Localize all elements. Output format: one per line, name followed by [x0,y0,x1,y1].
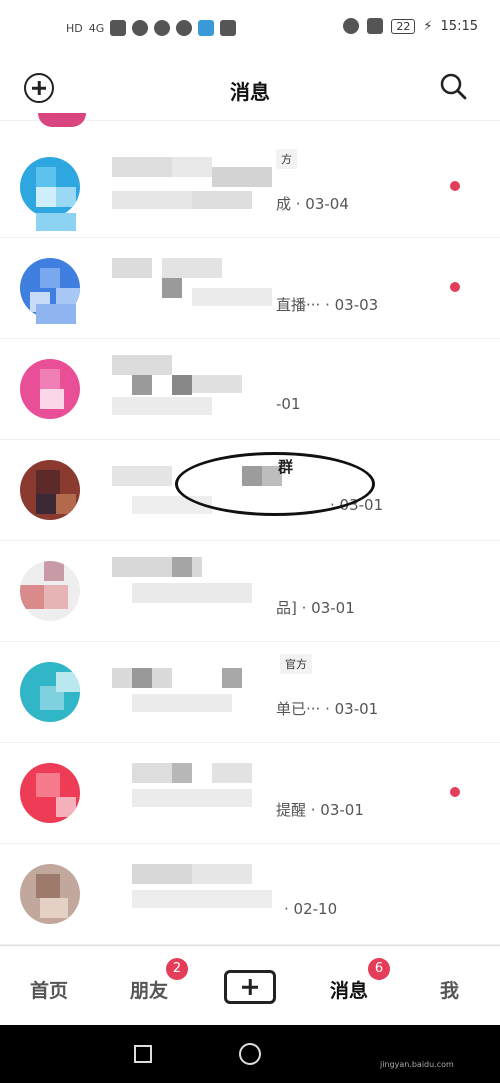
create-button[interactable] [224,970,276,1004]
vibrate-icon [367,18,384,34]
annotation-ellipse [175,452,375,516]
app-icon [198,20,215,36]
charging-icon: ⚡ [423,18,433,34]
system-nav-bar [0,1025,500,1083]
conversation-row[interactable]: 品] · 03-01 [0,541,500,642]
message-preview: 单已··· · 03-01 [276,700,379,718]
status-left-icons: HD 4G [66,20,237,36]
network-indicator: 4G [88,21,105,35]
message-preview: · 02-10 [284,900,338,918]
signal-icon [110,20,127,36]
official-tag: 官方 [280,654,312,674]
blurred-name [36,749,276,837]
watermark: jingyan.baidu.com [380,1060,454,1069]
conversation-row[interactable]: 方 成 · 03-04 [0,137,500,238]
message-preview: 品] · 03-01 [276,599,355,617]
hd-indicator: HD [66,21,83,35]
official-tag: 方 [276,149,297,169]
home-icon[interactable] [239,1043,261,1065]
bottom-nav: 首页 朋友 2 消息 6 我 [0,945,500,1026]
status-bar: HD 4G 22 ⚡ 15:15 [0,0,500,62]
recents-icon[interactable] [134,1045,152,1063]
wifi-icon [132,20,149,36]
blurred-name [36,244,276,332]
message-list: 方 成 · 03-04 直播··· · 03-03 -01 群 · 03-01 … [0,113,500,945]
tab-messages[interactable]: 消息 [330,976,368,1003]
blurred-name [36,345,276,433]
message-preview: -01 [276,395,301,413]
message-preview: 提醒 · 03-01 [276,801,364,819]
tab-friends[interactable]: 朋友 [130,976,168,1003]
conversation-row[interactable]: 直播··· · 03-03 [0,238,500,339]
wechat-icon [154,20,171,36]
friends-badge: 2 [166,958,188,980]
conversation-row[interactable]: · 02-10 [0,844,500,945]
message-preview: 成 · 03-04 [276,195,349,213]
conversation-row[interactable]: -01 [0,339,500,440]
avatar-partial [38,113,86,127]
conversation-row[interactable]: 官方 单已··· · 03-01 [0,642,500,743]
blurred-name [36,850,276,938]
blurred-name [36,547,276,635]
unread-dot [450,181,460,191]
page-title: 消息 [230,80,270,104]
unread-dot [450,282,460,292]
chat-icon [176,20,193,36]
clock: 15:15 [440,18,478,34]
status-right-icons: 22 ⚡ 15:15 [343,18,478,34]
message-preview: 直播··· · 03-03 [276,296,379,314]
tab-me[interactable]: 我 [440,976,459,1003]
messages-badge: 6 [368,958,390,980]
tab-home[interactable]: 首页 [30,976,68,1003]
unread-dot [450,787,460,797]
notification-icon [220,20,237,36]
alarm-icon [343,18,360,34]
search-icon[interactable] [439,72,467,100]
conversation-row[interactable]: 提醒 · 03-01 [0,743,500,844]
blurred-name [36,648,276,736]
blurred-name [36,143,276,231]
battery-level: 22 [391,18,416,34]
